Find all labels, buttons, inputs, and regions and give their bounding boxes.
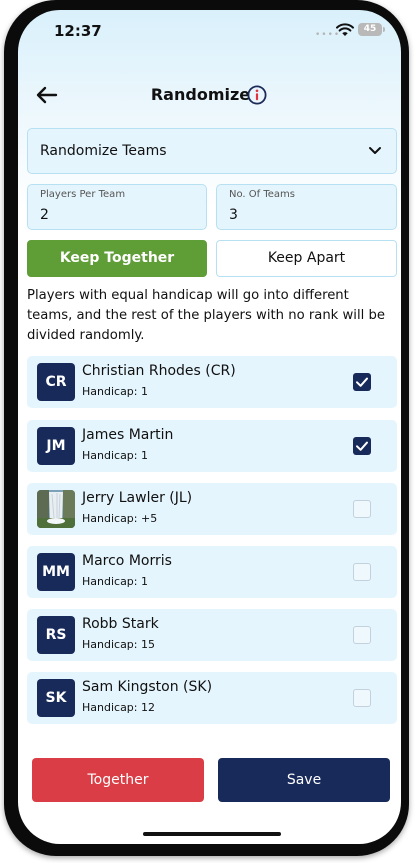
- avatar: CR: [37, 363, 75, 401]
- players-per-team-value[interactable]: 2: [40, 207, 49, 223]
- avatar: MM: [37, 553, 75, 591]
- player-handicap: Handicap: 1: [82, 575, 148, 588]
- app-screen: 12:37 •••• 45 Randomize Randomize Teams: [18, 10, 401, 844]
- together-button[interactable]: Together: [32, 758, 204, 802]
- avatar: SK: [37, 679, 75, 717]
- no-of-teams-value[interactable]: 3: [229, 207, 238, 223]
- avatar: JM: [37, 427, 75, 465]
- avatar-photo: [37, 490, 75, 528]
- no-of-teams-label: No. Of Teams: [229, 189, 295, 200]
- player-name: Sam Kingston (SK): [82, 679, 213, 695]
- page-title: Randomize: [150, 85, 251, 104]
- home-indicator[interactable]: [143, 832, 281, 836]
- wifi-icon: [336, 23, 354, 36]
- player-checkbox[interactable]: [353, 373, 371, 391]
- battery-icon: 45: [358, 23, 385, 36]
- player-handicap: Handicap: +5: [82, 512, 158, 525]
- player-row-robb-stark[interactable]: RS Robb Stark Handicap: 15: [27, 609, 397, 661]
- player-checkbox[interactable]: [353, 563, 371, 581]
- checkmark-icon: [356, 377, 368, 387]
- phone-frame: 12:37 •••• 45 Randomize Randomize Teams: [4, 0, 409, 856]
- players-per-team-field[interactable]: Players Per Team 2: [27, 184, 207, 230]
- player-checkbox[interactable]: [353, 689, 371, 707]
- player-name: Marco Morris: [82, 553, 172, 569]
- player-handicap: Handicap: 1: [82, 449, 148, 462]
- player-name: Jerry Lawler (JL): [82, 490, 193, 506]
- player-handicap: Handicap: 15: [82, 638, 155, 651]
- player-checkbox[interactable]: [353, 500, 371, 518]
- dropdown-value: Randomize Teams: [40, 143, 167, 159]
- status-bar: 12:37 •••• 45: [18, 10, 401, 54]
- player-name: Robb Stark: [82, 616, 159, 632]
- checkmark-icon: [356, 441, 368, 451]
- player-row-marco-morris[interactable]: MM Marco Morris Handicap: 1: [27, 546, 397, 598]
- player-handicap: Handicap: 12: [82, 701, 155, 714]
- randomize-mode-dropdown[interactable]: Randomize Teams: [27, 128, 397, 174]
- players-per-team-label: Players Per Team: [40, 189, 126, 200]
- save-button[interactable]: Save: [218, 758, 390, 802]
- player-checkbox[interactable]: [353, 437, 371, 455]
- player-name: Christian Rhodes (CR): [82, 363, 236, 379]
- avatar: RS: [37, 616, 75, 654]
- chevron-down-icon: [369, 147, 381, 154]
- player-row-christian-rhodes[interactable]: CR Christian Rhodes (CR) Handicap: 1: [27, 356, 397, 408]
- keep-apart-button[interactable]: Keep Apart: [216, 240, 397, 277]
- status-time: 12:37: [54, 22, 102, 40]
- player-row-sam-kingston[interactable]: SK Sam Kingston (SK) Handicap: 12: [27, 672, 397, 724]
- player-name: James Martin: [82, 427, 174, 443]
- description-text: Players with equal handicap will go into…: [27, 288, 385, 343]
- player-row-jerry-lawler[interactable]: Jerry Lawler (JL) Handicap: +5: [27, 483, 397, 535]
- player-row-james-martin[interactable]: JM James Martin Handicap: 1: [27, 420, 397, 472]
- no-of-teams-field[interactable]: No. Of Teams 3: [216, 184, 397, 230]
- waterfall-photo-icon: [37, 490, 75, 528]
- player-checkbox[interactable]: [353, 626, 371, 644]
- keep-together-button[interactable]: Keep Together: [27, 240, 207, 277]
- player-handicap: Handicap: 1: [82, 385, 148, 398]
- info-icon[interactable]: [247, 85, 267, 105]
